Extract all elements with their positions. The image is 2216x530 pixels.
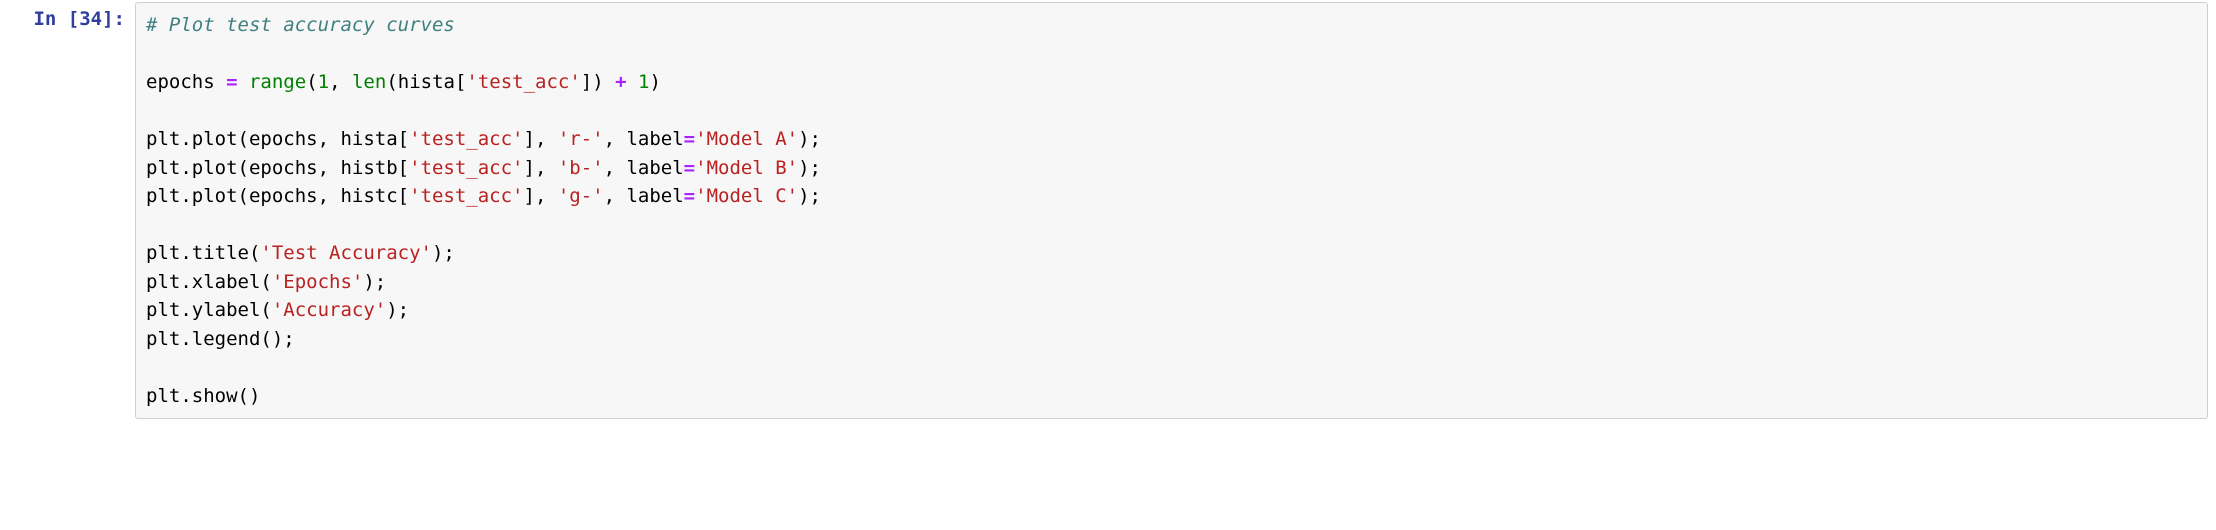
prompt-number: 34 [79,8,102,30]
code-cell: In [34]: # Plot test accuracy curves epo… [0,0,2216,421]
prompt-close: ]: [102,8,125,30]
code-line: plt.plot(epochs, histb['test_acc'], 'b-'… [146,157,821,179]
prompt-open: [ [56,8,79,30]
code-input-area[interactable]: # Plot test accuracy curves epochs = ran… [135,2,2208,419]
code-line: plt.show() [146,385,260,407]
code-text[interactable]: # Plot test accuracy curves epochs = ran… [146,11,2197,410]
code-line: plt.plot(epochs, histc['test_acc'], 'g-'… [146,185,821,207]
code-line: epochs = range(1, len(hista['test_acc'])… [146,71,661,93]
code-line: plt.plot(epochs, hista['test_acc'], 'r-'… [146,128,821,150]
code-line: plt.legend(); [146,328,295,350]
input-prompt: In [34]: [0,0,135,421]
code-line: plt.title('Test Accuracy'); [146,242,455,264]
code-comment: # Plot test accuracy curves [146,14,455,36]
prompt-label: In [33,8,56,30]
code-line: plt.xlabel('Epochs'); [146,271,386,293]
code-line: plt.ylabel('Accuracy'); [146,299,409,321]
